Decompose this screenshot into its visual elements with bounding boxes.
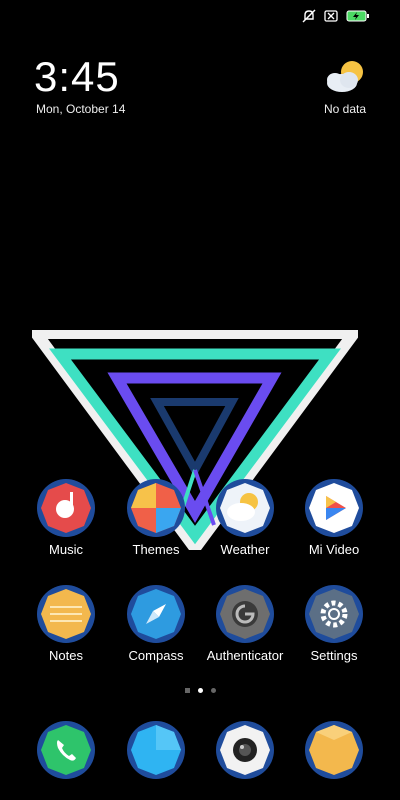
weather-icon [215, 478, 275, 538]
browser-icon [304, 720, 364, 780]
app-label: Mi Video [308, 542, 360, 557]
app-label: Authenticator [206, 648, 284, 663]
partly-cloudy-icon[interactable] [322, 58, 368, 94]
app-label: Compass [128, 648, 184, 663]
app-label: Settings [310, 648, 358, 663]
authenticator-icon [215, 584, 275, 644]
page-dot-active[interactable] [197, 688, 203, 693]
app-mi-video[interactable]: Mi Video [289, 478, 379, 557]
messaging-icon [126, 720, 186, 780]
page-dot[interactable] [184, 688, 190, 693]
status-bar [302, 6, 370, 26]
notes-icon [36, 584, 96, 644]
compass-icon [126, 584, 186, 644]
settings-icon [304, 584, 364, 644]
app-authenticator[interactable]: Authenticator [200, 584, 290, 663]
app-weather[interactable]: Weather [200, 478, 290, 557]
app-music[interactable]: Music [21, 478, 111, 557]
app-label: Weather [220, 542, 270, 557]
themes-icon [126, 478, 186, 538]
dock-camera[interactable] [200, 720, 290, 780]
dock-browser[interactable] [289, 720, 379, 780]
app-label: Music [49, 542, 83, 557]
dock-phone[interactable] [21, 720, 111, 780]
page-indicator [0, 688, 400, 693]
clock-date: Mon, October 14 [36, 102, 126, 116]
weather-status: No data [324, 102, 367, 116]
clock-time[interactable]: 3:45 [34, 56, 120, 98]
app-settings[interactable]: Settings [289, 584, 379, 663]
battery-charging-icon [346, 10, 370, 22]
dock-messaging[interactable] [111, 720, 201, 780]
page-dot[interactable] [210, 688, 216, 693]
mute-icon [302, 9, 316, 23]
phone-icon [36, 720, 96, 780]
app-label: Themes [132, 542, 180, 557]
app-themes[interactable]: Themes [111, 478, 201, 557]
camera-icon [215, 720, 275, 780]
app-compass[interactable]: Compass [111, 584, 201, 663]
sim-off-icon [324, 10, 338, 22]
app-label: Notes [49, 648, 83, 663]
music-icon [36, 478, 96, 538]
video-icon [304, 478, 364, 538]
app-notes[interactable]: Notes [21, 584, 111, 663]
